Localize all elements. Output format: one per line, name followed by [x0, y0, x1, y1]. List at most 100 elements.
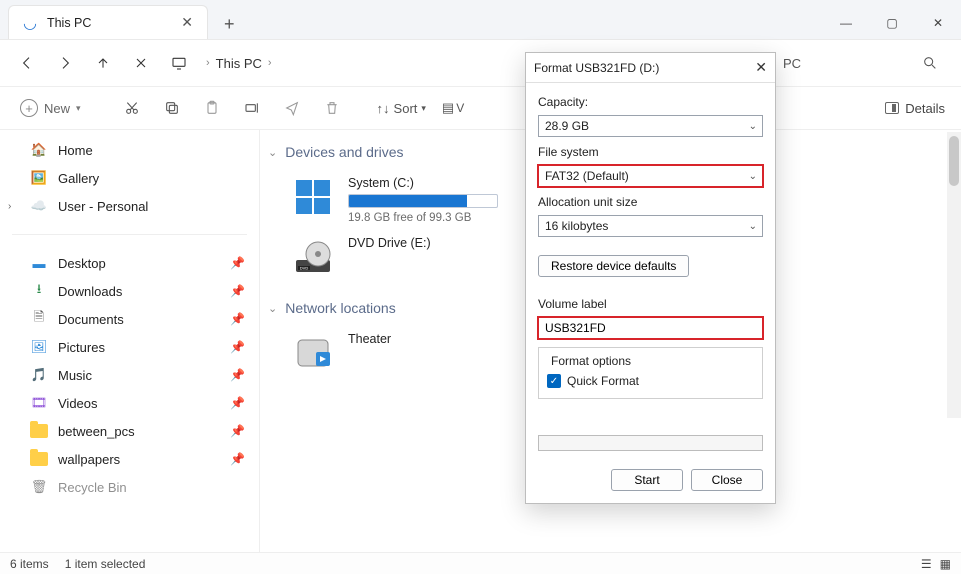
up-button[interactable] [86, 46, 120, 80]
volume-label-input[interactable] [538, 317, 763, 339]
drive-subtext: 19.8 GB free of 99.3 GB [348, 212, 498, 224]
breadcrumb-truncated: PC [783, 56, 801, 71]
chevron-right-icon: › [206, 57, 210, 69]
pin-icon: 📌 [230, 368, 245, 382]
gallery-icon: 🖼️ [30, 169, 48, 187]
format-options-group: Format options ✓ Quick Format [538, 347, 763, 399]
status-selected: 1 item selected [65, 557, 146, 571]
search-icon[interactable] [915, 48, 945, 78]
new-button[interactable]: + New ▾ [12, 95, 89, 121]
sidebar-item-videos[interactable]: 🎞 Videos 📌 [0, 389, 259, 417]
close-tab-icon[interactable]: ✕ [181, 14, 193, 31]
tab-title: This PC [47, 16, 171, 30]
sidebar-item-downloads[interactable]: ⭳ Downloads 📌 [0, 277, 259, 305]
sort-label: Sort [394, 101, 418, 116]
sidebar-item-home[interactable]: 🏠 Home [0, 136, 259, 164]
chevron-down-icon: ▾ [421, 103, 426, 114]
sidebar-item-wallpapers[interactable]: wallpapers 📌 [0, 445, 259, 473]
sidebar-label: Music [58, 368, 92, 383]
pin-icon: 📌 [230, 396, 245, 410]
chevron-right-icon[interactable]: › [8, 201, 11, 212]
sidebar-item-gallery[interactable]: 🖼️ Gallery [0, 164, 259, 192]
share-button[interactable] [275, 91, 309, 125]
videos-icon: 🎞 [30, 394, 48, 412]
sort-button[interactable]: ↑↓ Sort ▾ [371, 91, 432, 125]
group-label: Devices and drives [285, 144, 403, 160]
media-device-icon [292, 332, 334, 374]
sidebar-label: between_pcs [58, 424, 135, 439]
tab-this-pc[interactable]: ◡ This PC ✕ [8, 5, 208, 39]
maximize-button[interactable]: ▢ [869, 7, 915, 39]
quick-format-checkbox[interactable]: ✓ Quick Format [547, 374, 754, 388]
sidebar-item-recycle[interactable]: 🗑 Recycle Bin [0, 473, 259, 501]
close-window-button[interactable]: ✕ [915, 7, 961, 39]
details-label: Details [905, 101, 945, 116]
pictures-icon: 🖼 [30, 338, 48, 356]
sidebar-item-documents[interactable]: 🗎 Documents 📌 [0, 305, 259, 333]
dvd-icon: DVD [292, 236, 334, 278]
start-button[interactable]: Start [611, 469, 683, 491]
dialog-title: Format USB321FD (D:) [534, 61, 755, 75]
sidebar-label: wallpapers [58, 452, 120, 467]
sidebar-label: Pictures [58, 340, 105, 355]
disk-icon [292, 176, 334, 218]
filesystem-select[interactable]: FAT32 (Default) ⌄ [538, 165, 763, 187]
sidebar-label: User - Personal [58, 199, 148, 214]
sidebar-item-pictures[interactable]: 🖼 Pictures 📌 [0, 333, 259, 361]
folder-icon [30, 450, 48, 468]
close-button[interactable]: Close [691, 469, 763, 491]
breadcrumb[interactable]: › This PC › [206, 56, 272, 71]
content-scrollbar[interactable] [947, 132, 961, 418]
grid-icon: ▤ [442, 100, 454, 116]
breadcrumb-root[interactable]: This PC [216, 56, 262, 71]
capacity-value: 28.9 GB [545, 119, 589, 133]
format-progress [538, 435, 763, 451]
nav-row: › This PC › PC [0, 40, 961, 86]
pin-icon: 📌 [230, 424, 245, 438]
filesystem-label: File system [538, 145, 763, 159]
sidebar-item-between[interactable]: between_pcs 📌 [0, 417, 259, 445]
folder-icon [30, 422, 48, 440]
chevron-down-icon: ▾ [76, 103, 81, 114]
cancel-nav-button[interactable] [124, 46, 158, 80]
paste-button[interactable] [195, 91, 229, 125]
view-list-icon[interactable]: ☰ [921, 557, 932, 571]
delete-button[interactable] [315, 91, 349, 125]
details-icon [885, 102, 899, 114]
capacity-select[interactable]: 28.9 GB ⌄ [538, 115, 763, 137]
sidebar-item-desktop[interactable]: ▬ Desktop 📌 [0, 249, 259, 277]
forward-button[interactable] [48, 46, 82, 80]
back-button[interactable] [10, 46, 44, 80]
home-icon: 🏠 [30, 141, 48, 159]
view-grid-icon[interactable]: ▦ [940, 557, 951, 571]
window-controls: — ▢ ✕ [823, 7, 961, 39]
quick-format-label: Quick Format [567, 374, 639, 388]
network-label: Theater [348, 332, 391, 346]
close-icon[interactable]: ✕ [755, 59, 767, 76]
new-tab-button[interactable]: + [216, 10, 243, 39]
details-pane-button[interactable]: Details [885, 101, 945, 116]
monitor-icon[interactable] [162, 46, 196, 80]
sidebar-label: Recycle Bin [58, 480, 127, 495]
storage-bar [348, 194, 498, 208]
music-icon: 🎵 [30, 366, 48, 384]
allocation-select[interactable]: 16 kilobytes ⌄ [538, 215, 763, 237]
copy-button[interactable] [155, 91, 189, 125]
chevron-down-icon: ⌄ [749, 121, 757, 132]
drive-label: DVD Drive (E:) [348, 236, 431, 250]
cut-button[interactable] [115, 91, 149, 125]
sidebar-item-music[interactable]: 🎵 Music 📌 [0, 361, 259, 389]
dialog-titlebar[interactable]: Format USB321FD (D:) ✕ [526, 53, 775, 83]
view-button[interactable]: ▤ V [438, 91, 468, 125]
sidebar-item-user[interactable]: › ☁️ User - Personal [0, 192, 259, 220]
restore-defaults-button[interactable]: Restore device defaults [538, 255, 689, 277]
allocation-label: Allocation unit size [538, 195, 763, 209]
sidebar-label: Home [58, 143, 93, 158]
pin-icon: 📌 [230, 452, 245, 466]
svg-text:DVD: DVD [300, 266, 309, 271]
capacity-label: Capacity: [538, 95, 763, 109]
minimize-button[interactable]: — [823, 7, 869, 39]
sidebar-label: Desktop [58, 256, 106, 271]
rename-button[interactable] [235, 91, 269, 125]
format-dialog: Format USB321FD (D:) ✕ Capacity: 28.9 GB… [525, 52, 776, 504]
